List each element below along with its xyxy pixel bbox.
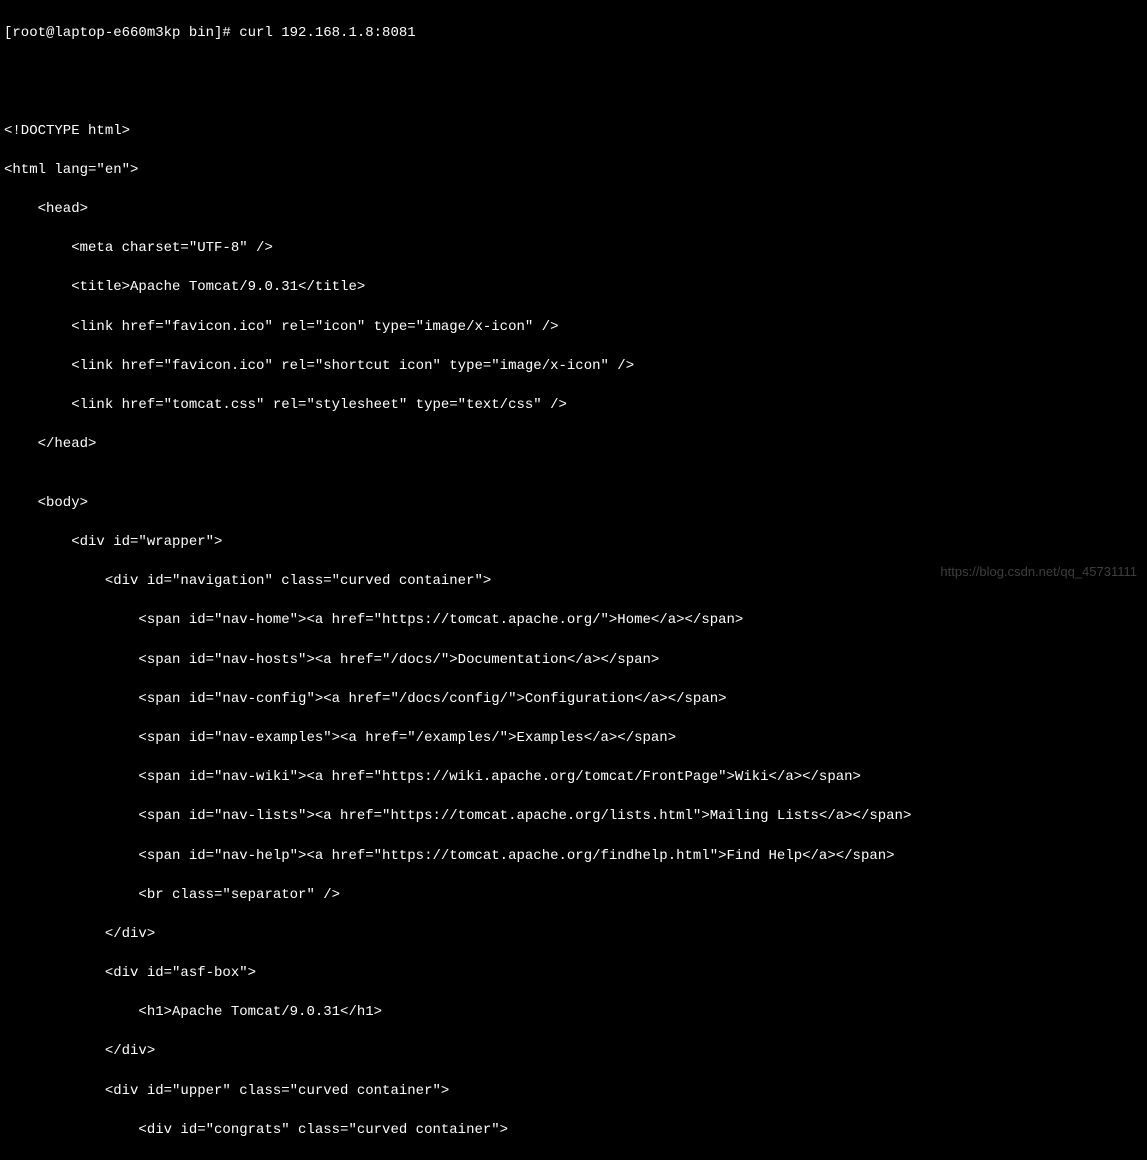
terminal-line: <span id="nav-wiki"><a href="https://wik… bbox=[4, 768, 1143, 788]
terminal-line: <link href="favicon.ico" rel="shortcut i… bbox=[4, 357, 1143, 377]
terminal-line: <meta charset="UTF-8" /> bbox=[4, 239, 1143, 259]
terminal-line: <span id="nav-config"><a href="/docs/con… bbox=[4, 690, 1143, 710]
terminal-line: <!DOCTYPE html> bbox=[4, 122, 1143, 142]
terminal-line: <link href="tomcat.css" rel="stylesheet"… bbox=[4, 396, 1143, 416]
terminal-line: <body> bbox=[4, 494, 1143, 514]
terminal-line: <br class="separator" /> bbox=[4, 886, 1143, 906]
terminal-line: <span id="nav-home"><a href="https://tom… bbox=[4, 611, 1143, 631]
terminal-line: <span id="nav-lists"><a href="https://to… bbox=[4, 807, 1143, 827]
terminal-line: <div id="congrats" class="curved contain… bbox=[4, 1121, 1143, 1141]
terminal-line: <div id="wrapper"> bbox=[4, 533, 1143, 553]
terminal-line: </div> bbox=[4, 925, 1143, 945]
terminal-line: <div id="upper" class="curved container"… bbox=[4, 1082, 1143, 1102]
terminal-line: <h1>Apache Tomcat/9.0.31</h1> bbox=[4, 1003, 1143, 1023]
terminal-line: <span id="nav-hosts"><a href="/docs/">Do… bbox=[4, 651, 1143, 671]
terminal-line: <head> bbox=[4, 200, 1143, 220]
terminal-line: </head> bbox=[4, 435, 1143, 455]
terminal-line: </div> bbox=[4, 1042, 1143, 1062]
terminal-line: <div id="asf-box"> bbox=[4, 964, 1143, 984]
terminal-line: <title>Apache Tomcat/9.0.31</title> bbox=[4, 278, 1143, 298]
terminal-line: <span id="nav-help"><a href="https://tom… bbox=[4, 847, 1143, 867]
terminal-line: <link href="favicon.ico" rel="icon" type… bbox=[4, 318, 1143, 338]
watermark-text: https://blog.csdn.net/qq_45731111 bbox=[940, 563, 1137, 581]
terminal-line: <html lang="en"> bbox=[4, 161, 1143, 181]
terminal-output[interactable]: [root@laptop-e660m3kp bin]# curl 192.168… bbox=[4, 4, 1143, 1160]
terminal-prompt-line: [root@laptop-e660m3kp bin]# curl 192.168… bbox=[4, 24, 1143, 44]
terminal-line: <span id="nav-examples"><a href="/exampl… bbox=[4, 729, 1143, 749]
